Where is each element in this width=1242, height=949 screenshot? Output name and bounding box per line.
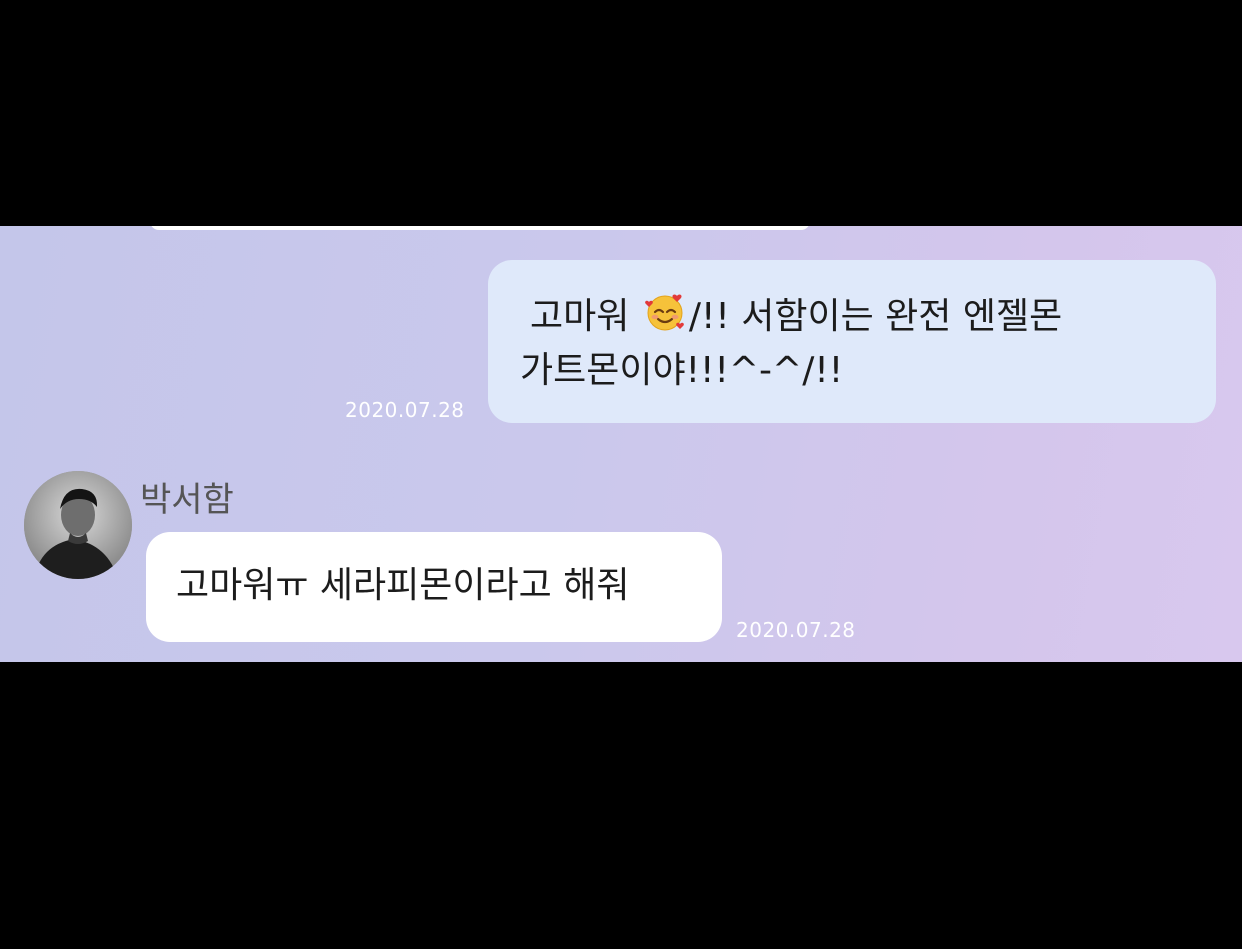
outgoing-text-part-1: 고마워 [530,296,630,337]
incoming-message-bubble[interactable]: 고마워ㅠ 세라피몬이라고 해줘 [146,532,722,642]
outgoing-message-bubble[interactable]: 고마워 /!! 서함이는 완전 엔젤몬 가트몬이야!!!^-^/!! [488,260,1216,423]
outgoing-text-part-2: /!! 서함이는 완전 엔젤몬 [688,296,1063,337]
incoming-message-text: 고마워ㅠ 세라피몬이라고 해줘 [176,565,630,606]
chat-area: 고마워 /!! 서함이는 완전 엔젤몬 가트몬이야!!!^-^/!! 2020.… [0,226,1242,662]
previous-message-bubble [150,226,810,230]
avatar[interactable] [24,471,132,579]
outgoing-timestamp: 2020.07.28 [345,398,465,422]
profile-photo-icon [24,471,132,579]
incoming-timestamp: 2020.07.28 [736,618,856,642]
outgoing-message-line-1: 고마워 /!! 서함이는 완전 엔젤몬 [520,290,1188,344]
smiling-face-with-hearts-icon [643,290,687,334]
sender-name: 박서함 [140,480,234,520]
outgoing-message-line-2: 가트몬이야!!!^-^/!! [520,350,844,391]
